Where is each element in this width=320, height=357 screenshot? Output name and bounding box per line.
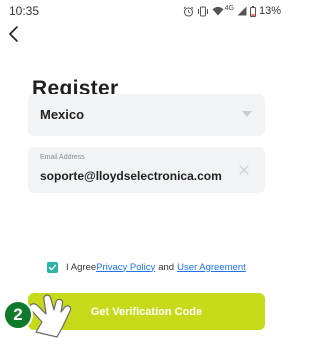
- verify-button-label: Get Verification Code: [90, 305, 203, 318]
- step-badge: 2: [3, 300, 33, 330]
- agree-prefix: I Agree: [66, 261, 97, 273]
- email-label: Email Address: [40, 154, 85, 161]
- user-agreement-link[interactable]: User Agreement: [177, 262, 246, 273]
- step-number: 2: [13, 305, 23, 324]
- wifi-icon: [212, 6, 224, 16]
- status-time: 10:35: [9, 4, 40, 18]
- agreement-row: I Agree Privacy Policy and User Agreemen…: [47, 260, 246, 274]
- email-value[interactable]: soporte@lloydselectronica.com: [40, 169, 222, 183]
- status-bar: 10:35 4G 13%: [0, 0, 281, 22]
- country-value: Mexico: [40, 107, 85, 122]
- alarm-icon: [183, 6, 193, 17]
- country-select[interactable]: Mexico: [28, 94, 265, 136]
- vibrate-icon: [197, 6, 208, 16]
- chevron-left-icon[interactable]: [6, 24, 22, 44]
- caret-down-icon: [242, 111, 252, 117]
- network-type: 4G: [224, 5, 234, 12]
- battery-percent: 13%: [258, 5, 281, 17]
- privacy-policy-link[interactable]: Privacy Policy: [96, 262, 155, 273]
- email-field[interactable]: Email Address soporte@lloydselectronica.…: [28, 147, 265, 193]
- battery-icon: [249, 5, 256, 17]
- agree-checkbox[interactable]: [47, 261, 58, 273]
- agree-conjunction: and: [158, 261, 175, 273]
- close-icon[interactable]: [239, 165, 249, 175]
- signal-icon: [237, 6, 247, 16]
- status-icons: 4G 13%: [183, 4, 281, 18]
- checkmark-icon: [48, 264, 57, 270]
